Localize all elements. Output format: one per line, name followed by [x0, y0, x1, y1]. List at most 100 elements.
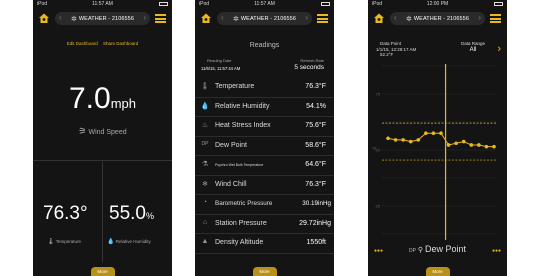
station-selector[interactable]: ‹ ✲ WEATHER - 2106556 › [55, 12, 150, 25]
station-title: WEATHER - 2106556 [413, 15, 469, 22]
y-tick-label: 50 [376, 148, 381, 153]
reading-label: Dew Point [215, 141, 247, 149]
graph-screen: iPod 12:00 PM ‹ ✲ WEATHER - 2106556 › Da… [368, 0, 507, 276]
chevron-left-icon[interactable]: ‹ [221, 13, 224, 22]
data-point [461, 139, 466, 144]
list-item[interactable]: ◔ Barometric Pressure 30.19inHg [195, 195, 334, 215]
gear-icon: ✲ [233, 15, 239, 23]
menu-icon[interactable] [490, 14, 501, 23]
list-item[interactable]: ♨ Heat Stress Index 75.6°F [195, 117, 334, 137]
reading-value: 75.6°F [305, 122, 326, 129]
series-name-label: DP ⚲ Dew Point [368, 244, 507, 254]
data-point [431, 131, 436, 135]
refresh-rate-value[interactable]: 5 seconds [294, 64, 324, 71]
list-item[interactable]: ❄ Wind Chill 76.3°F [195, 176, 334, 195]
data-point [408, 139, 413, 144]
edit-dashboard-link[interactable]: Edit Dashboard [67, 41, 98, 46]
more-button[interactable]: More [425, 267, 450, 276]
humidity-tile-label: 💧 Relative Humidity [107, 238, 151, 245]
series-prefix: DP [408, 248, 416, 254]
reading-label: Relative Humidity [215, 102, 270, 110]
humidity-unit: % [145, 211, 154, 221]
temperature-label: Temperature [55, 239, 82, 244]
data-point [393, 138, 398, 142]
top-bar: ‹ ✲ WEATHER - 2106556 › [368, 9, 507, 29]
dew-point-icon: DP [201, 140, 209, 147]
chevron-right-icon[interactable]: › [143, 13, 146, 22]
chevron-right-icon[interactable]: › [305, 13, 308, 22]
dashboard-actions: Edit Dashboard Share Dashboard [33, 41, 172, 46]
station-icon: ⌂ [202, 218, 208, 226]
status-bar: iPod 11:57 AM [33, 0, 172, 8]
reading-value: 76.3°F [305, 83, 326, 90]
more-button[interactable]: More [90, 267, 115, 276]
wind-fan-icon: ⚞ [78, 126, 87, 136]
chevron-right-icon[interactable]: › [478, 13, 481, 22]
data-point [424, 131, 428, 135]
data-point-readout: Data Point 1/1/15, 12:29:17 AM 52.2°F [376, 41, 416, 58]
divider [33, 160, 172, 161]
previous-series-button[interactable]: ●●● [374, 248, 383, 254]
drop-icon: 💧 [107, 239, 115, 245]
list-item[interactable]: 🌡 Temperature 76.3°F [195, 78, 334, 98]
chevron-left-icon[interactable]: ‹ [394, 13, 397, 22]
page-title: Readings [249, 42, 280, 49]
wind-speed-label: Wind Speed [88, 129, 127, 136]
reading-label: Heat Stress Index [215, 122, 271, 129]
status-time: 11:57 AM [92, 1, 113, 7]
altitude-icon: ▲ [201, 238, 209, 245]
dew-point-chart[interactable]: 75 50 25 °F [368, 64, 507, 240]
home-icon[interactable] [200, 12, 212, 24]
readings-screen: iPod 11:57 AM ‹ ✲ WEATHER - 2106556 › Re… [195, 0, 334, 276]
wind-speed-value: 7.0mph [33, 82, 172, 116]
thermometer-icon: 🌡 [47, 239, 55, 245]
data-point [492, 144, 496, 149]
top-bar: ‹ ✲ WEATHER - 2106556 › [195, 9, 334, 29]
temperature-tile-label: 🌡 Temperature [47, 238, 81, 245]
list-item[interactable]: ⚗ Psychro Wet Bulb Temperature 64.6°F [195, 156, 334, 176]
more-button[interactable]: More [252, 267, 277, 276]
refresh-rate-header: Refresh Rate [300, 58, 324, 63]
reading-label: Temperature [215, 83, 255, 90]
station-selector[interactable]: ‹ ✲ WEATHER - 2106556 › [217, 12, 312, 25]
list-item[interactable]: ▲ Density Altitude 1550ft [195, 234, 334, 254]
reading-label: Psychro Wet Bulb Temperature [215, 163, 264, 167]
wind-speed-number: 7.0 [68, 82, 111, 115]
drop-icon: 💧 [200, 102, 210, 110]
station-selector[interactable]: ‹ ✲ WEATHER - 2106556 › [390, 12, 485, 25]
gear-icon: ✲ [406, 15, 412, 23]
data-range-value: All [469, 47, 477, 53]
chevron-right-icon[interactable]: › [497, 43, 501, 55]
heat-stress-icon: ♨ [201, 122, 209, 129]
data-point [484, 144, 489, 149]
snowflake-icon: ❄ [202, 180, 208, 188]
share-dashboard-link[interactable]: Share Dashboard [103, 41, 138, 46]
reading-label: Station Pressure [215, 219, 267, 227]
data-point [446, 143, 451, 147]
next-series-button[interactable]: ●●● [492, 248, 501, 254]
reading-value: 29.72inHg [299, 219, 331, 227]
wet-bulb-icon: ⚗ [201, 161, 209, 168]
drop-icon: ⚲ [415, 247, 425, 254]
home-icon[interactable] [38, 12, 50, 24]
data-point [477, 143, 481, 147]
status-time: 12:00 PM [426, 1, 449, 7]
home-icon[interactable] [373, 12, 385, 24]
list-item[interactable]: 💧 Relative Humidity 54.1% [195, 98, 334, 117]
gear-icon: ✲ [71, 15, 77, 23]
battery-icon [321, 2, 330, 6]
menu-icon[interactable] [317, 14, 328, 23]
data-point [439, 131, 443, 135]
humidity-value: 55.0% [109, 203, 154, 225]
data-range-selector[interactable]: Data Range All [461, 41, 485, 53]
data-point [401, 138, 405, 142]
chevron-left-icon[interactable]: ‹ [59, 13, 62, 22]
list-item[interactable]: DP Dew Point 58.6°F [195, 137, 334, 156]
reading-label: Barometric Pressure [215, 200, 273, 207]
list-item[interactable]: ⌂ Station Pressure 29.72inHg [195, 215, 334, 234]
series-name: Dew Point [424, 244, 466, 254]
y-axis-label: °F [372, 146, 377, 151]
menu-icon[interactable] [155, 14, 166, 23]
reading-value: 64.6°F [305, 161, 326, 168]
data-point [386, 136, 390, 141]
